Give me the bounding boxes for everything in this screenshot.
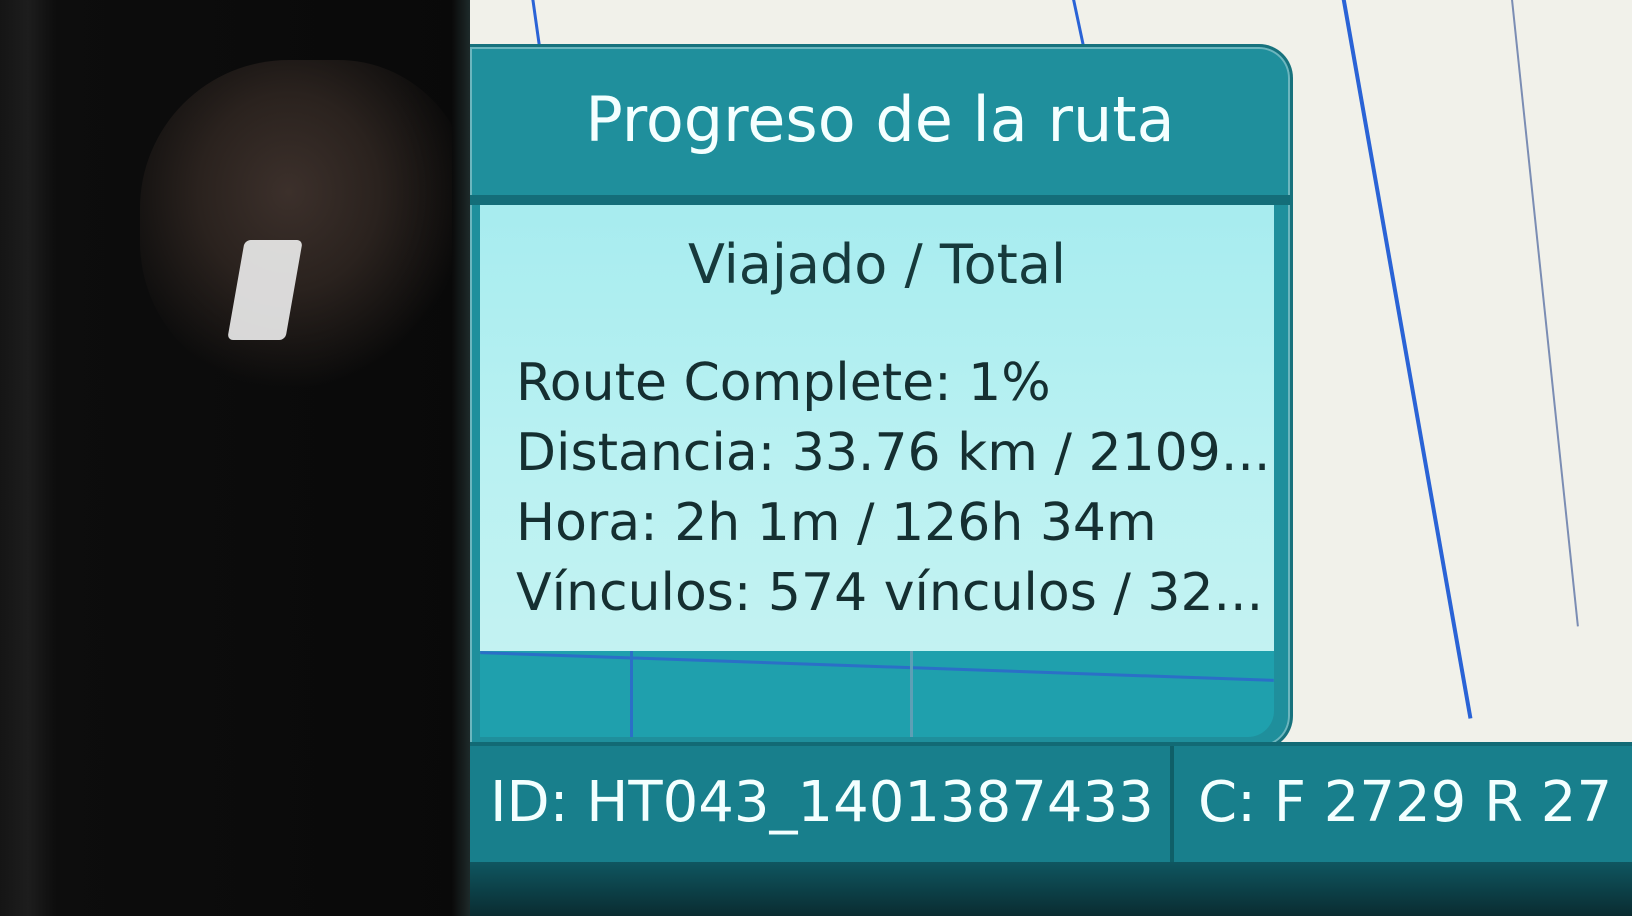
map-road-line [630, 651, 633, 737]
panel-header-divider [470, 195, 1290, 205]
screen-bottom-edge [470, 862, 1632, 916]
panel-body: Viajado / Total Route Complete: 1% Dista… [480, 205, 1274, 651]
panel-title: Progreso de la ruta [585, 83, 1175, 156]
coordinates-label: C: F 2729 R 27 [1198, 770, 1613, 835]
map-road-line [1510, 0, 1579, 627]
links-stat: Vínculos: 574 vínculos / 32... [516, 563, 1264, 623]
time-stat: Hora: 2h 1m / 126h 34m [516, 493, 1157, 553]
map-road-line [1340, 0, 1473, 719]
route-id-label: ID: HT043_1401387433 [490, 770, 1154, 835]
panel-subtitle: Viajado / Total [688, 233, 1066, 296]
distance-stat: Distancia: 33.76 km / 2109... [516, 423, 1271, 483]
bezel-edge [452, 0, 470, 916]
map-road-line [910, 651, 913, 737]
panel-footer [480, 651, 1274, 737]
status-bar: ID: HT043_1401387433 C: F 2729 R 27 [470, 742, 1632, 866]
bezel-reflection [140, 60, 470, 390]
route-progress-panel[interactable]: Progreso de la ruta Viajado / Total Rout… [470, 44, 1293, 750]
map-road-line [480, 651, 1274, 682]
route-complete-stat: Route Complete: 1% [516, 353, 1051, 413]
status-divider [1170, 746, 1174, 866]
device-bezel [0, 0, 470, 916]
navigation-screen: Progreso de la ruta Viajado / Total Rout… [470, 0, 1632, 916]
map-road-line [1070, 0, 1086, 49]
